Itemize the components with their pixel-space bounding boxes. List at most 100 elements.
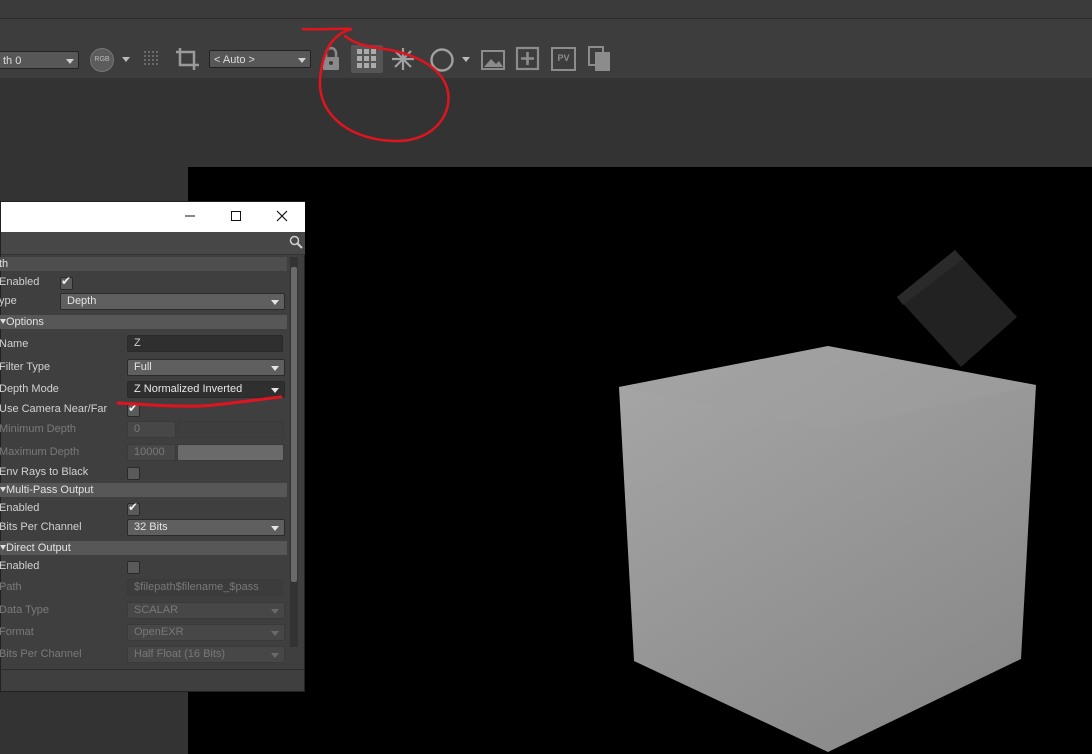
auto-dropdown[interactable]: < Auto > [209,50,311,68]
mp-bits-dropdown[interactable]: 32 Bits [127,519,285,536]
do-path-value: $filepath$filename_$pass [134,581,259,593]
chevron-down-icon [271,366,279,371]
row-mp-enabled: Enabled [0,499,288,519]
max-depth-slider[interactable] [177,444,284,461]
maximize-icon[interactable] [229,209,243,223]
env-rays-checkbox[interactable] [127,467,140,480]
min-depth-slider[interactable] [177,421,284,438]
depth-pass-dropdown[interactable]: th 0 [0,51,79,69]
env-rays-label: Env Rays to Black [0,466,89,478]
name-input[interactable]: Z [127,335,283,352]
row-use-camera: Use Camera Near/Far [0,400,288,420]
search-icon[interactable] [289,235,303,249]
pv-label: PV [557,53,570,63]
do-datatype-label: Data Type [0,604,49,616]
name-label: Name [0,338,29,350]
min-depth-input[interactable]: 0 [127,421,176,438]
do-bits-label: Bits Per Channel [0,648,82,660]
type-dropdown[interactable]: Depth [60,293,285,310]
enabled-label: Enabled [0,276,40,288]
toolbar: th 0 RGB < Auto > PV [0,19,1092,78]
chevron-down-icon [271,631,279,636]
section-direct[interactable]: Direct Output [0,541,287,555]
crop-icon[interactable] [174,46,202,72]
image-icon[interactable] [480,47,506,71]
chevron-down-icon [66,59,74,64]
title-bar [0,0,1092,19]
do-bits-dropdown[interactable]: Half Float (16 Bits) [127,646,285,663]
row-type: ype Depth [0,292,288,312]
do-enabled-checkbox[interactable] [127,561,140,574]
options-header: Options [6,316,44,328]
rgb-label: RGB [94,56,110,63]
chevron-down-icon [271,609,279,614]
do-format-value: OpenEXR [134,626,184,638]
filter-type-label: Filter Type [0,361,51,373]
mp-enabled-checkbox[interactable] [127,500,140,516]
chevron-down-icon [271,526,279,531]
name-value: Z [134,337,141,349]
render-view[interactable] [188,167,1092,754]
row-enabled: Enabled [0,273,288,293]
chevron-down-icon[interactable] [122,57,130,62]
mp-bits-label: Bits Per Channel [0,521,82,533]
type-label: ype [0,295,17,307]
do-datatype-value: SCALAR [134,604,179,616]
filter-type-value: Full [134,361,152,373]
chevron-down-icon [298,58,306,63]
max-depth-value: 10000 [134,446,165,458]
row-do-bits: Bits Per Channel Half Float (16 Bits) [0,645,288,665]
rgb-channel-button[interactable]: RGB [90,48,114,72]
min-depth-value: 0 [134,423,141,435]
close-icon[interactable] [275,209,289,223]
grid-overlay-button[interactable] [351,45,383,73]
scrollbar-thumb[interactable] [291,267,297,582]
section-depth: th [0,257,287,271]
snowflake-icon[interactable] [391,47,415,71]
filter-type-dropdown[interactable]: Full [127,359,285,376]
auto-dropdown-label: < Auto > [214,54,255,66]
grid-icon [357,49,376,68]
add-icon[interactable] [515,46,541,72]
depth-pass-dropdown-label: th 0 [3,55,22,67]
row-mp-bits: Bits Per Channel 32 Bits [0,518,288,538]
max-depth-input[interactable]: 10000 [127,444,176,461]
max-depth-label: Maximum Depth [0,446,80,458]
multipass-header: Multi-Pass Output [6,484,94,496]
row-name: Name Z [0,335,288,355]
do-format-dropdown[interactable]: OpenEXR [127,624,285,641]
lock-icon[interactable] [320,46,342,72]
window-titlebar [1,202,305,232]
do-bits-value: Half Float (16 Bits) [134,648,226,660]
do-path-label: Path [0,581,22,593]
do-datatype-dropdown[interactable]: SCALAR [127,602,285,619]
panel-scrollbar[interactable] [290,257,298,647]
row-env-rays: Env Rays to Black [0,463,288,483]
use-camera-checkbox[interactable] [127,401,140,417]
section-multipass[interactable]: Multi-Pass Output [0,483,287,497]
use-camera-label: Use Camera Near/Far [0,403,108,415]
depth-mode-dropdown[interactable]: Z Normalized Inverted [127,381,285,398]
row-do-datatype: Data Type SCALAR [0,601,288,621]
type-value: Depth [67,295,97,307]
row-do-path: Path $filepath$filename_$pass [0,578,288,598]
mp-enabled-label: Enabled [0,502,40,514]
dotted-grid-icon[interactable] [143,50,161,68]
picture-viewer-button[interactable]: PV [551,47,576,71]
small-cube [897,250,1017,367]
circle-icon[interactable] [429,47,455,73]
row-do-format: Format OpenEXR [0,623,288,643]
enabled-checkbox[interactable] [60,274,73,290]
search-bar [1,232,305,255]
do-path-input[interactable]: $filepath$filename_$pass [127,579,283,596]
chevron-down-icon[interactable] [462,57,470,62]
copy-icon[interactable] [587,45,613,73]
chevron-down-icon [271,653,279,658]
min-depth-label: Minimum Depth [0,423,77,435]
chevron-down-icon [271,388,279,393]
minimize-icon[interactable] [183,209,197,223]
rendered-scene [619,250,1036,752]
chevron-down-icon [271,300,279,305]
do-enabled-label: Enabled [0,560,40,572]
section-options[interactable]: Options [0,315,287,329]
